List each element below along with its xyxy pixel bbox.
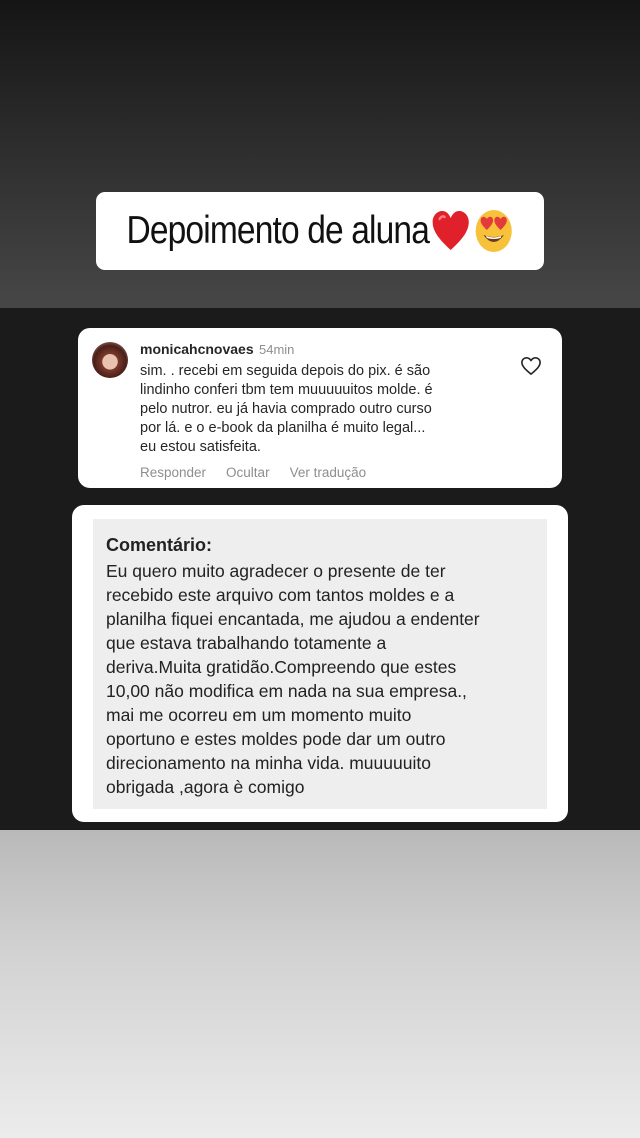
red-heart-emoji-icon bbox=[432, 211, 469, 250]
feedback-screenshot-card: Comentário: Eu quero muito agradecer o p… bbox=[72, 505, 568, 822]
story-title-text: Depoimento de aluna bbox=[126, 209, 430, 252]
comment-username[interactable]: monicahcnovaes bbox=[140, 341, 254, 357]
feedback-heading: Comentário: bbox=[106, 535, 213, 555]
avatar[interactable] bbox=[92, 342, 128, 378]
story-background-bottom bbox=[0, 830, 640, 1138]
see-translation-button[interactable]: Ver tradução bbox=[290, 465, 367, 480]
story-title: Depoimento de aluna bbox=[127, 208, 514, 254]
instagram-comment-card: monicahcnovaes 54min sim. . recebi em se… bbox=[78, 328, 562, 488]
comment-time: 54min bbox=[259, 342, 295, 357]
story-title-sticker: Depoimento de aluna bbox=[96, 192, 544, 270]
feedback-box: Comentário: Eu quero muito agradecer o p… bbox=[93, 519, 547, 809]
comment-actions: Responder Ocultar Ver tradução bbox=[140, 465, 366, 480]
hide-button[interactable]: Ocultar bbox=[226, 465, 270, 480]
comment-text: sim. . recebi em seguida depois do pix. … bbox=[140, 363, 433, 455]
feedback-body: Eu quero muito agradecer o presente de t… bbox=[106, 561, 480, 797]
reply-button[interactable]: Responder bbox=[140, 465, 206, 480]
heart-eyes-emoji-icon bbox=[475, 210, 512, 252]
heart-outline-icon[interactable] bbox=[520, 356, 542, 376]
